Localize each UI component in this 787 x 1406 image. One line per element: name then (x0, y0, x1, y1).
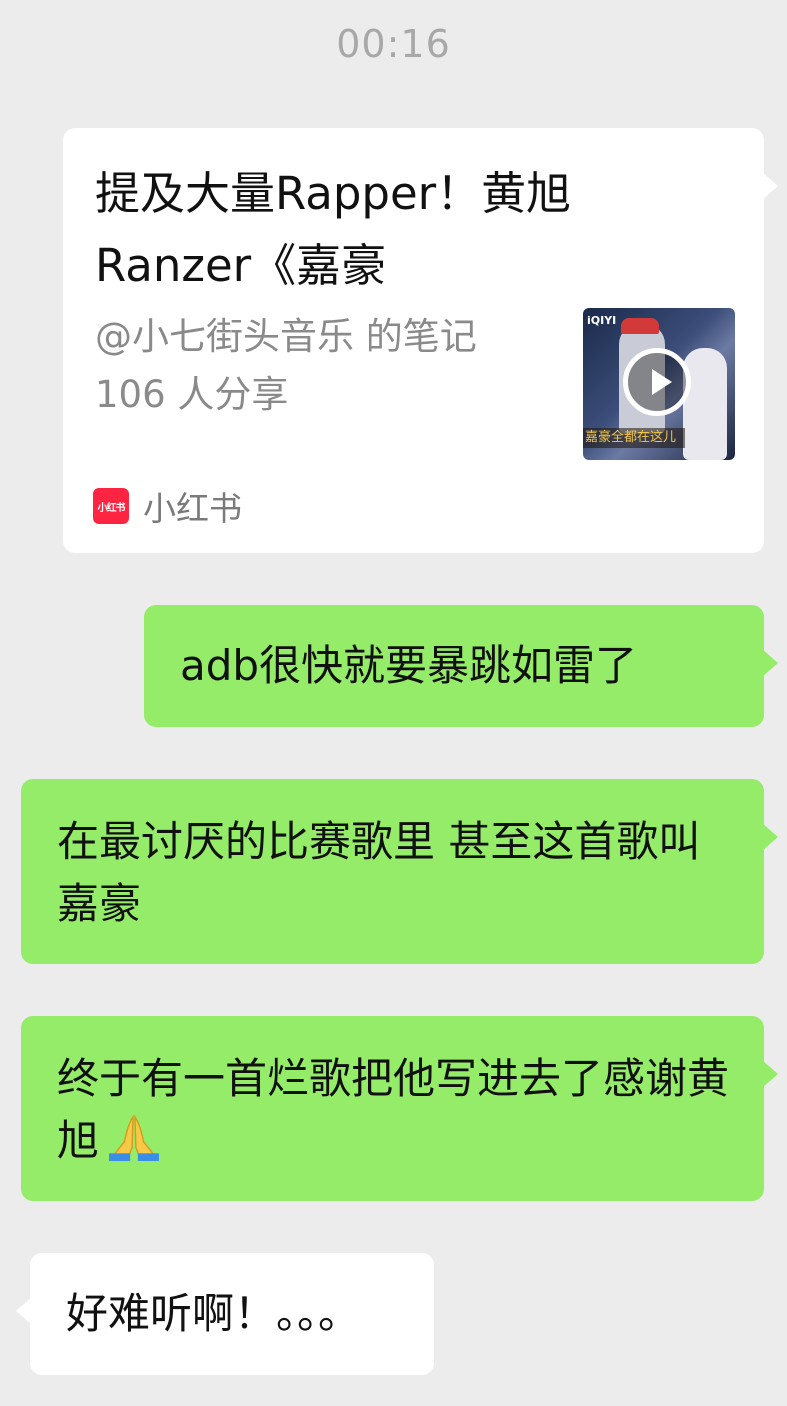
thumbnail-performer-right (683, 348, 727, 460)
link-card-title-line1: 提及大量Rapper！黄旭 (95, 167, 572, 220)
video-thumbnail[interactable]: iQIYI 嘉豪全都在这儿 (583, 308, 735, 460)
link-card-source-name: 小红书 (143, 489, 242, 528)
received-message-bubble[interactable]: 好难听啊！。。。 (16, 1253, 434, 1375)
message-text-with-emoji: 终于有一首烂歌把他写进去了感谢黄旭 (57, 1048, 737, 1172)
message-text: 在最讨厌的比赛歌里 甚至这首歌叫嘉豪 (57, 817, 701, 928)
sent-message-bubble[interactable]: 在最讨厌的比赛歌里 甚至这首歌叫嘉豪 (21, 779, 778, 964)
link-card-share-count: 106 人分享 (95, 373, 289, 416)
folded-hands-icon (109, 1114, 159, 1161)
message-text: adb很快就要暴跳如雷了 (180, 641, 638, 690)
message-text: 好难听啊！。。。 (66, 1289, 361, 1338)
link-card-title-line2: Ranzer《嘉豪 (95, 239, 387, 292)
thumbnail-caption: 嘉豪全都在这儿 (583, 428, 685, 448)
play-icon[interactable] (623, 348, 691, 416)
chat-timestamp: 00:16 (336, 22, 451, 66)
thumbnail-brand-tag: iQIYI (587, 314, 617, 327)
thumbnail-red-cap (621, 318, 659, 334)
link-card-message[interactable]: 提及大量Rapper！黄旭 Ranzer《嘉豪 @小七街头音乐 的笔记 106 … (63, 128, 778, 553)
link-card-meta: @小七街头音乐 的笔记 106 人分享 (95, 308, 535, 424)
link-card-title: 提及大量Rapper！黄旭 Ranzer《嘉豪 (95, 158, 655, 302)
sent-message-bubble[interactable]: 终于有一首烂歌把他写进去了感谢黄旭 (21, 1016, 778, 1201)
link-card-source: 小红书 小红书 (93, 486, 242, 528)
link-card-author: @小七街头音乐 的笔记 (95, 315, 477, 358)
sent-message-bubble[interactable]: adb很快就要暴跳如雷了 (144, 605, 778, 727)
xiaohongshu-logo-icon: 小红书 (93, 488, 129, 524)
